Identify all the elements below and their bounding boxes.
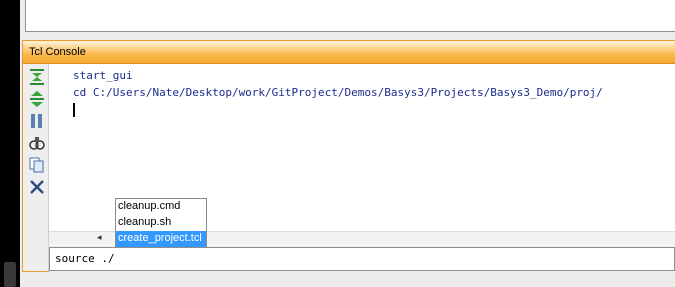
console-toolbar (23, 64, 49, 271)
collapse-all-icon[interactable] (28, 68, 46, 86)
autocomplete-option[interactable]: cleanup.cmd (116, 199, 206, 215)
scroll-left-icon[interactable]: ◂ (97, 233, 102, 243)
top-panel-content (25, 0, 675, 32)
top-panel (20, 0, 675, 36)
expand-all-icon[interactable] (28, 90, 46, 108)
console-title: Tcl Console (23, 41, 675, 64)
tcl-command-input[interactable]: source ./ (49, 247, 675, 271)
clear-icon[interactable] (28, 178, 46, 196)
console-line: cd C:/Users/Nate/Desktop/work/GitProject… (73, 86, 603, 99)
console-line: start_gui (73, 69, 133, 82)
pause-icon[interactable] (28, 112, 46, 130)
command-row: source ./ (49, 246, 675, 273)
autocomplete-list[interactable]: cleanup.cmd cleanup.sh create_project.tc… (115, 198, 207, 247)
copy-icon[interactable] (28, 156, 46, 174)
left-dark-strip (0, 0, 20, 287)
bottom-bar (20, 272, 675, 287)
left-scroll-thumb[interactable] (4, 262, 16, 287)
autocomplete-option[interactable]: cleanup.sh (116, 215, 206, 231)
text-caret (73, 101, 675, 118)
find-icon[interactable] (28, 134, 46, 152)
autocomplete-option-selected[interactable]: create_project.tcl (116, 231, 206, 247)
